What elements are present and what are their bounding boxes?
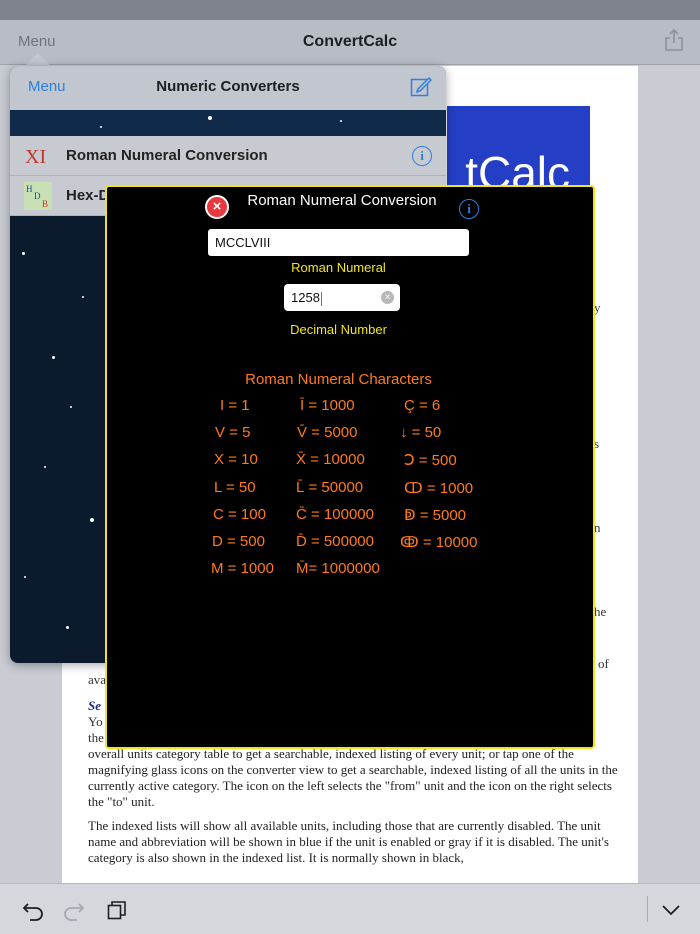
char-entry: ↓ = 50 — [400, 424, 442, 441]
decimal-value: 1258 — [291, 290, 320, 305]
svg-text:H: H — [26, 184, 33, 194]
popover-header: Menu Numeric Converters — [10, 66, 446, 110]
decimal-number-label: Decimal Number — [290, 322, 387, 337]
list-item-roman-numeral[interactable]: XI Roman Numeral Conversion i — [10, 136, 446, 176]
popover-title: Numeric Converters — [156, 78, 300, 95]
roman-numeral-icon: XI — [25, 146, 46, 168]
toolbar-divider — [647, 896, 648, 922]
char-entry: ↁ = 5000 — [404, 507, 467, 524]
undo-icon[interactable] — [22, 899, 44, 921]
char-entry: V̄ = 5000 — [297, 424, 358, 441]
clear-icon[interactable]: × — [381, 291, 394, 304]
doc-paragraph: The indexed lists will show all availabl… — [88, 818, 609, 865]
char-entry: X = 10 — [214, 451, 258, 468]
char-entry: X̄ = 10000 — [296, 451, 365, 468]
compose-icon[interactable] — [410, 75, 432, 97]
doc-text-fragment: Yo — [88, 714, 103, 729]
char-entry: I = 1 — [220, 397, 250, 414]
share-icon[interactable] — [664, 28, 684, 52]
roman-numeral-label: Roman Numeral — [291, 260, 386, 275]
hex-dec-bin-icon: H D B — [24, 182, 52, 210]
info-icon[interactable]: i — [412, 146, 432, 166]
char-entry: Ç = 6 — [404, 397, 441, 414]
list-item-label: Roman Numeral Conversion — [66, 147, 268, 164]
char-entry: D = 500 — [212, 533, 265, 550]
doc-text-fragment: ava — [88, 672, 107, 687]
char-entry: C̄ = 100000 — [296, 506, 374, 523]
char-entry: D̄ = 500000 — [296, 533, 374, 550]
char-entry: L = 50 — [214, 479, 256, 496]
doc-section-heading: Se — [88, 698, 101, 713]
text-cursor — [320, 291, 322, 306]
roman-characters-heading: Roman Numeral Characters — [245, 371, 432, 388]
roman-numeral-input[interactable]: MCCLVIII — [208, 229, 469, 256]
svg-text:B: B — [42, 199, 48, 209]
doc-paragraph: overall units category table to get a se… — [88, 746, 618, 809]
char-entry: M = 1000 — [211, 560, 274, 577]
bottom-toolbar — [0, 883, 700, 934]
decimal-number-input[interactable]: 1258 × — [284, 284, 400, 311]
starfield-band — [10, 110, 446, 136]
list-item-label: Hex-D — [66, 187, 110, 204]
char-entry: L̄ = 50000 — [296, 479, 364, 496]
doc-text-fragment: the — [88, 730, 104, 745]
info-icon[interactable]: i — [459, 199, 479, 219]
char-entry: Ī = 1000 — [300, 397, 355, 414]
roman-numeral-conversion-dialog: × Roman Numeral Conversion i MCCLVIII Ro… — [105, 185, 595, 749]
svg-text:D: D — [34, 191, 41, 201]
app-title: ConvertCalc — [302, 33, 398, 50]
char-entry: M̄= 1000000 — [296, 560, 380, 577]
dialog-title: Roman Numeral Conversion — [247, 192, 437, 209]
top-navigation-bar: Menu ConvertCalc — [0, 20, 700, 65]
status-bar — [0, 0, 700, 20]
char-entry: V = 5 — [215, 424, 251, 441]
redo-icon[interactable] — [63, 899, 85, 921]
svg-text:XI: XI — [25, 146, 46, 168]
char-entry: Ↄ = 500 — [404, 452, 457, 469]
char-entry: ↂ = 10000 — [400, 534, 478, 551]
char-entry: ↀ = 1000 — [404, 480, 474, 497]
char-entry: C = 100 — [213, 506, 266, 523]
pages-icon[interactable] — [106, 899, 128, 921]
chevron-down-icon[interactable] — [660, 899, 682, 921]
doc-text-fragment: he — [594, 604, 607, 619]
doc-text-fragment: of — [598, 656, 609, 671]
